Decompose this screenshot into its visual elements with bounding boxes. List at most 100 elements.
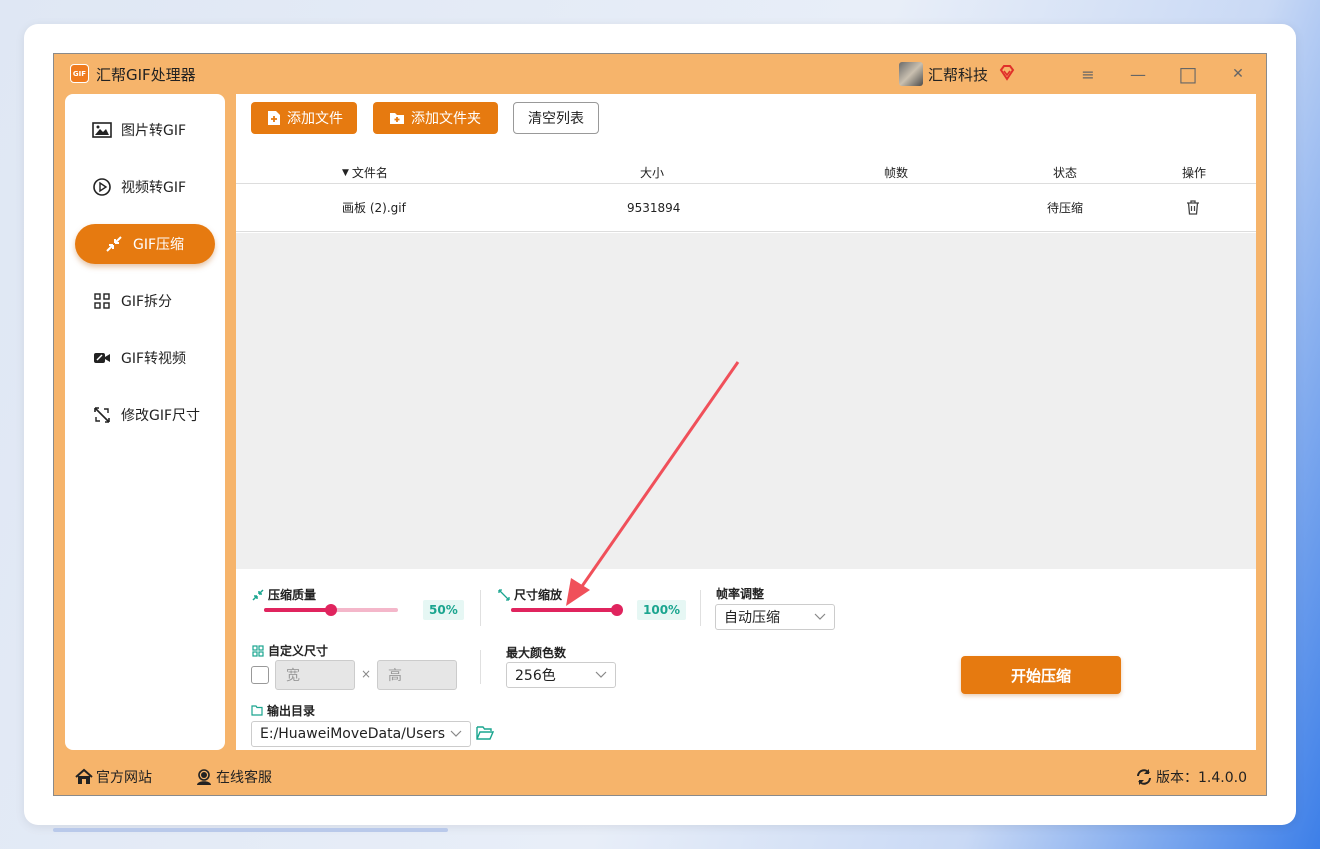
add-folder-button[interactable]: 添加文件夹 — [373, 102, 498, 134]
max-colors-label: 最大颜色数 — [506, 646, 567, 660]
compress-icon — [103, 233, 125, 255]
width-field[interactable]: 宽 — [275, 660, 355, 690]
app-logo-icon: GIF — [70, 64, 89, 83]
column-header-name[interactable]: ▼ 文件名 — [342, 162, 388, 183]
file-status-cell: 待压缩 — [1047, 201, 1084, 215]
quality-value: 50% — [423, 600, 464, 620]
scale-label: 尺寸缩放 — [498, 586, 562, 603]
chevron-down-icon — [450, 730, 462, 737]
output-dir-path: E:/HuaweiMoveData/Users — [260, 726, 446, 742]
user-name[interactable]: 汇帮科技 — [928, 64, 988, 85]
support-agent-icon — [195, 768, 213, 786]
add-file-button[interactable]: 添加文件 — [251, 102, 357, 134]
sidebar-item-label: 图片转GIF — [121, 123, 187, 139]
column-header-size: 大小 — [640, 166, 665, 180]
app-window: GIF 汇帮GIF处理器 汇帮科技 ≡ — □ ✕ 图片转GIF 视频转GIF — [53, 53, 1267, 796]
clear-list-button[interactable]: 清空列表 — [513, 102, 599, 134]
file-list-empty-area — [236, 233, 1256, 569]
title-bar: GIF 汇帮GIF处理器 汇帮科技 ≡ — □ ✕ — [54, 54, 1266, 94]
version-label: 版本：1.4.0.0 — [1156, 770, 1247, 786]
sidebar-item-resize-gif[interactable]: 修改GIF尺寸 — [75, 395, 215, 435]
output-dir-select[interactable]: E:/HuaweiMoveData/Users — [251, 721, 471, 747]
table-row[interactable]: 画板 (2).gif 9531894 待压缩 — [236, 184, 1256, 232]
image-icon — [91, 119, 113, 141]
quality-label-text: 压缩质量 — [268, 588, 317, 602]
play-icon — [91, 176, 113, 198]
height-field[interactable]: 高 — [377, 660, 457, 690]
main-panel: 添加文件 添加文件夹 清空列表 ▼ 文件名 大小 帧数 状态 操作 画板 (2)… — [236, 94, 1256, 750]
scale-small-icon — [498, 588, 510, 601]
website-link[interactable]: 官方网站 — [75, 767, 152, 787]
add-file-icon — [267, 110, 281, 126]
decorative-bar — [53, 828, 448, 832]
resize-icon — [91, 404, 113, 426]
custom-size-checkbox[interactable] — [251, 666, 269, 684]
scale-slider-handle[interactable] — [611, 604, 623, 616]
max-colors-select[interactable]: 256色 — [506, 662, 616, 688]
column-name-label: 文件名 — [351, 166, 388, 180]
file-name-cell: 画板 (2).gif — [342, 201, 406, 215]
column-header-status: 状态 — [1053, 166, 1078, 180]
delete-icon[interactable] — [1186, 184, 1200, 231]
column-header-actions: 操作 — [1182, 166, 1207, 180]
sidebar-item-gif-split[interactable]: GIF拆分 — [75, 281, 215, 321]
sidebar: 图片转GIF 视频转GIF GIF压缩 GIF拆分 GIF转视频 修改GIF尺寸 — [65, 94, 225, 750]
custom-size-label: 自定义尺寸 — [252, 642, 328, 659]
settings-panel: 压缩质量 50% 尺寸缩放 100% 帧率调整 自动压缩 自定义尺寸 宽 × 高… — [236, 570, 1256, 750]
scale-value: 100% — [637, 600, 687, 620]
split-icon — [91, 290, 113, 312]
sort-down-icon: ▼ — [342, 167, 349, 178]
open-folder-icon[interactable] — [476, 725, 495, 745]
grid-icon — [252, 644, 264, 657]
column-header-frames: 帧数 — [884, 166, 909, 180]
scale-slider-fill — [511, 608, 617, 612]
divider — [700, 590, 701, 626]
framerate-selected: 自动压缩 — [724, 610, 780, 626]
max-colors-selected: 256色 — [515, 668, 556, 684]
menu-icon[interactable]: ≡ — [1076, 62, 1100, 86]
sidebar-item-label: GIF转视频 — [121, 351, 187, 367]
quality-label: 压缩质量 — [252, 586, 316, 603]
sidebar-item-image-to-gif[interactable]: 图片转GIF — [75, 110, 215, 150]
sidebar-item-label: 视频转GIF — [121, 180, 187, 196]
framerate-label: 帧率调整 — [716, 587, 765, 601]
times-separator: × — [361, 667, 372, 681]
output-dir-label-text: 输出目录 — [267, 704, 316, 718]
maximize-icon[interactable]: □ — [1176, 62, 1200, 86]
sidebar-item-label: 修改GIF尺寸 — [121, 408, 201, 424]
start-compress-button[interactable]: 开始压缩 — [961, 656, 1121, 694]
table-header: ▼ 文件名 大小 帧数 状态 操作 — [236, 162, 1256, 184]
close-icon[interactable]: ✕ — [1226, 62, 1250, 86]
refresh-icon — [1135, 768, 1153, 786]
file-size-cell: 9531894 — [627, 200, 681, 215]
scale-label-text: 尺寸缩放 — [514, 588, 563, 602]
support-label: 在线客服 — [216, 770, 272, 786]
folder-small-icon — [251, 704, 263, 717]
add-folder-label: 添加文件夹 — [411, 111, 481, 127]
quality-slider-fill — [264, 608, 331, 612]
minimize-icon[interactable]: — — [1126, 62, 1150, 86]
add-file-label: 添加文件 — [287, 111, 343, 127]
app-title: 汇帮GIF处理器 — [96, 66, 196, 84]
sidebar-item-label: GIF压缩 — [133, 237, 185, 253]
vip-diamond-icon — [999, 65, 1015, 81]
support-link[interactable]: 在线客服 — [195, 767, 272, 787]
version-info[interactable]: 版本：1.4.0.0 — [1135, 767, 1247, 787]
sidebar-item-gif-compress[interactable]: GIF压缩 — [75, 224, 215, 264]
sidebar-item-label: GIF拆分 — [121, 294, 173, 310]
sidebar-item-video-to-gif[interactable]: 视频转GIF — [75, 167, 215, 207]
divider — [480, 590, 481, 626]
chevron-down-icon — [595, 671, 607, 678]
sidebar-item-gif-to-video[interactable]: GIF转视频 — [75, 338, 215, 378]
compress-small-icon — [252, 588, 264, 601]
website-label: 官方网站 — [96, 770, 152, 786]
avatar[interactable] — [899, 62, 923, 86]
custom-size-label-text: 自定义尺寸 — [268, 644, 329, 658]
quality-slider-handle[interactable] — [325, 604, 337, 616]
framerate-select[interactable]: 自动压缩 — [715, 604, 835, 630]
home-icon — [75, 768, 93, 786]
divider — [480, 650, 481, 684]
chevron-down-icon — [814, 613, 826, 620]
output-dir-label: 输出目录 — [251, 702, 315, 719]
video-icon — [91, 347, 113, 369]
